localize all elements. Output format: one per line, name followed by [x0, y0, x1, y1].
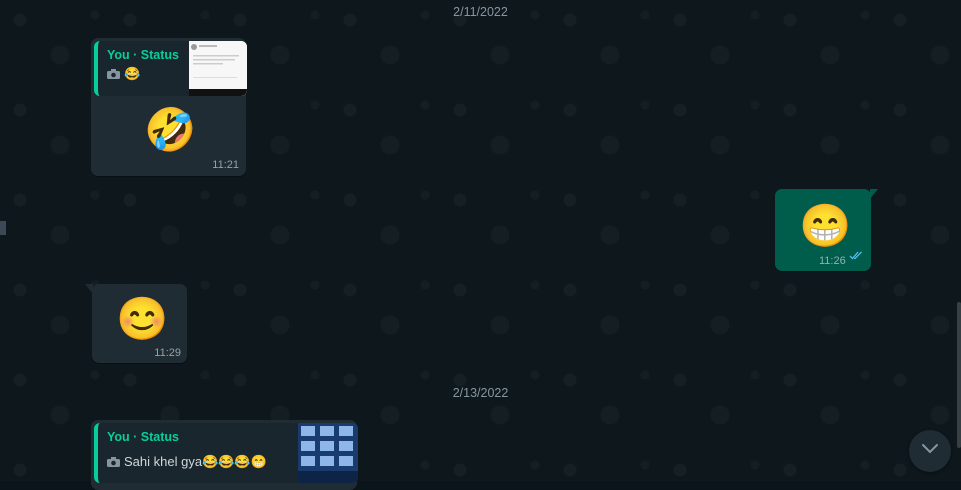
- date-separator: 2/13/2022: [452, 386, 509, 400]
- message-time: 11:29: [154, 347, 181, 359]
- message-bubble-incoming[interactable]: 😊 11:29: [85, 284, 187, 363]
- quote-content: Sahi khel gya😂😂😂😁: [107, 454, 267, 470]
- message-time: 11:26: [819, 255, 846, 267]
- status-thumbnail[interactable]: [189, 41, 247, 96]
- chevron-down-icon: [921, 442, 939, 460]
- quote-text: Sahi khel gya😂😂😂😁: [124, 454, 267, 469]
- message-time: 11:21: [212, 159, 239, 171]
- quote-content: 😂: [107, 66, 140, 82]
- camera-icon: [107, 457, 120, 467]
- date-separator: 2/11/2022: [453, 5, 508, 19]
- emoji-message: 😁: [799, 202, 852, 249]
- chat-scrollbar[interactable]: [957, 302, 961, 448]
- quote-author: You · Status: [107, 430, 179, 444]
- message-bubble-incoming[interactable]: You · Status 😂 🤣 11:21: [91, 38, 247, 176]
- message-bubble-incoming[interactable]: You · Status Sahi khel gya😂😂😂😁: [91, 420, 358, 490]
- status-thumbnail[interactable]: [298, 423, 358, 483]
- quoted-status[interactable]: You · Status 😂: [94, 41, 247, 96]
- quoted-status[interactable]: You · Status Sahi khel gya😂😂😂😁: [94, 423, 358, 483]
- scroll-to-bottom-button[interactable]: [909, 430, 951, 472]
- emoji-message: 🤣: [144, 106, 197, 153]
- emoji-message: 😊: [116, 295, 169, 342]
- message-bubble-outgoing[interactable]: 😁 11:26: [775, 189, 878, 271]
- quote-author: You · Status: [107, 48, 179, 62]
- resize-handle[interactable]: [0, 221, 6, 235]
- double-check-icon: [849, 247, 863, 265]
- quote-text: 😂: [124, 66, 141, 81]
- camera-icon: [107, 69, 120, 79]
